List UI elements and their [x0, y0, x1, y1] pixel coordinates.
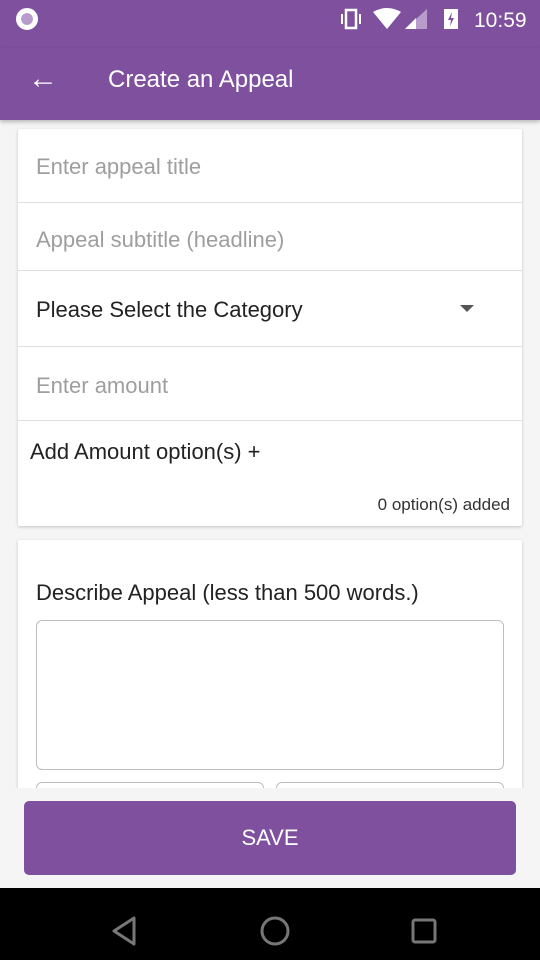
- wifi-icon: [373, 8, 401, 29]
- add-amount-option-button[interactable]: Add Amount option(s) +: [30, 439, 261, 465]
- navigation-bar: [0, 888, 540, 960]
- page-title: Create an Appeal: [108, 66, 294, 93]
- options-count: 0 option(s) added: [377, 495, 510, 514]
- nav-recents-icon[interactable]: [410, 917, 438, 945]
- toolbar: ← Create an Appeal: [0, 48, 540, 120]
- description-textarea[interactable]: [36, 620, 504, 770]
- category-select[interactable]: Please Select the Category: [18, 271, 522, 347]
- status-bar: 10:59: [0, 0, 540, 48]
- dropdown-arrow-icon: [460, 305, 474, 312]
- placeholder: Enter amount: [36, 373, 169, 398]
- nav-home-icon[interactable]: [259, 915, 291, 947]
- vibrate-icon: [341, 8, 361, 30]
- appeal-subtitle-input[interactable]: Appeal subtitle (headline): [18, 203, 522, 271]
- describe-label: Describe Appeal (less than 500 words.): [36, 580, 419, 605]
- description-card: Describe Appeal (less than 500 words.): [18, 540, 522, 822]
- appeal-title-input[interactable]: Enter appeal title: [18, 129, 522, 203]
- bottom-bar: SAVE: [0, 788, 540, 888]
- battery-charging-icon: [444, 9, 458, 29]
- back-arrow-icon[interactable]: ←: [28, 64, 58, 94]
- nav-back-icon[interactable]: [110, 916, 140, 946]
- placeholder: Appeal subtitle (headline): [36, 227, 285, 252]
- amount-input[interactable]: Enter amount: [18, 347, 522, 421]
- clock: 10:59: [474, 9, 527, 32]
- notification-icon: [16, 8, 38, 30]
- save-button[interactable]: SAVE: [24, 801, 516, 875]
- selected-category: Please Select the Category: [36, 297, 303, 322]
- signal-icon: [405, 9, 427, 29]
- placeholder: Enter appeal title: [36, 154, 202, 179]
- appeal-details-card: Enter appeal title Appeal subtitle (head…: [18, 129, 522, 526]
